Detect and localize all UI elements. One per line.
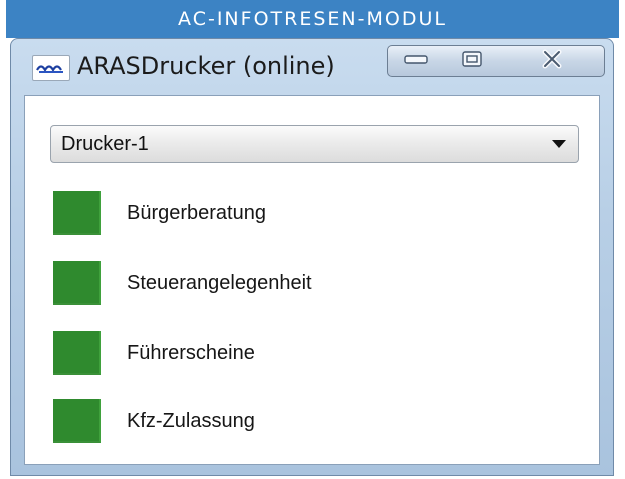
list-item[interactable]: Führerscheine: [53, 331, 553, 375]
top-banner: AC-INFOTRESEN-MODUL: [6, 0, 619, 38]
status-indicator: [53, 331, 101, 375]
printer-dropdown-value: Drucker-1: [61, 132, 149, 155]
printer-dropdown[interactable]: Drucker-1: [50, 125, 579, 163]
close-button[interactable]: [499, 45, 605, 77]
banner-text: AC-INFOTRESEN-MODUL: [178, 8, 447, 30]
minimize-button[interactable]: [387, 45, 445, 77]
close-icon: [539, 49, 565, 74]
window-title: ARASDrucker (online): [77, 52, 335, 80]
status-indicator: [53, 399, 101, 443]
app-window: ARASDrucker (online) Drucker-1 Bürgerber…: [10, 38, 614, 476]
maximize-button[interactable]: [444, 45, 500, 77]
client-area: Drucker-1 Bürgerberatung Steuerangelegen…: [24, 95, 600, 465]
list-item[interactable]: Bürgerberatung: [53, 191, 553, 235]
item-label: Kfz-Zulassung: [127, 409, 255, 432]
status-indicator: [53, 191, 101, 235]
aras-logo-icon: [32, 55, 70, 81]
list-item[interactable]: Kfz-Zulassung: [53, 399, 553, 443]
title-bar[interactable]: ARASDrucker (online): [11, 39, 613, 95]
list-item[interactable]: Steuerangelegenheit: [53, 261, 553, 305]
status-indicator: [53, 261, 101, 305]
item-label: Führerscheine: [127, 341, 255, 364]
item-label: Steuerangelegenheit: [127, 271, 312, 294]
item-label: Bürgerberatung: [127, 201, 266, 224]
minimize-icon: [403, 52, 429, 71]
maximize-icon: [461, 50, 483, 73]
chevron-down-icon: [552, 140, 566, 148]
